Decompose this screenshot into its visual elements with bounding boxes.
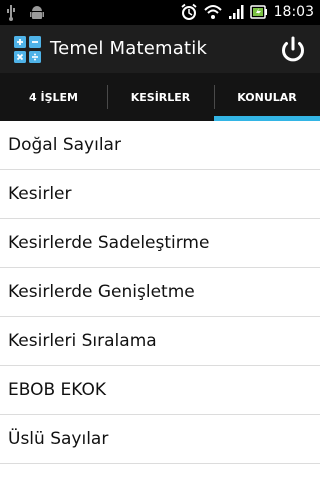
topic-list: Doğal Sayılar Kesirler Kesirlerde Sadele… (0, 121, 320, 464)
list-item[interactable]: Kesirler (0, 170, 320, 219)
list-item[interactable]: Doğal Sayılar (0, 121, 320, 170)
status-bar: 18:03 (0, 0, 320, 25)
action-bar: Temel Matematik (0, 25, 320, 73)
tab-4-islem[interactable]: 4 İŞLEM (0, 73, 107, 121)
list-item[interactable]: EBOB EKOK (0, 366, 320, 415)
power-icon[interactable] (278, 35, 308, 65)
alarm-icon (181, 3, 197, 20)
tab-label: KESİRLER (130, 90, 191, 104)
signal-icon (228, 5, 244, 19)
calculator-icon[interactable] (14, 36, 42, 64)
status-time: 18:03 (273, 4, 314, 20)
tab-konular[interactable]: KONULAR (214, 73, 320, 121)
android-debug-icon (30, 6, 44, 19)
list-item[interactable]: Üslü Sayılar (0, 415, 320, 464)
tab-label: 4 İŞLEM (29, 90, 78, 104)
tab-kesirler[interactable]: KESİRLER (107, 73, 214, 121)
tab-label: KONULAR (237, 90, 297, 104)
list-item[interactable]: Kesirlerde Sadeleştirme (0, 219, 320, 268)
tab-bar: 4 İŞLEM KESİRLER KONULAR (0, 73, 320, 121)
battery-icon (249, 5, 267, 19)
list-item[interactable]: Kesirlerde Genişletme (0, 268, 320, 317)
wifi-icon (203, 5, 222, 19)
list-item[interactable]: Kesirleri Sıralama (0, 317, 320, 366)
app-title: Temel Matematik (50, 38, 208, 59)
usb-icon (7, 5, 15, 21)
